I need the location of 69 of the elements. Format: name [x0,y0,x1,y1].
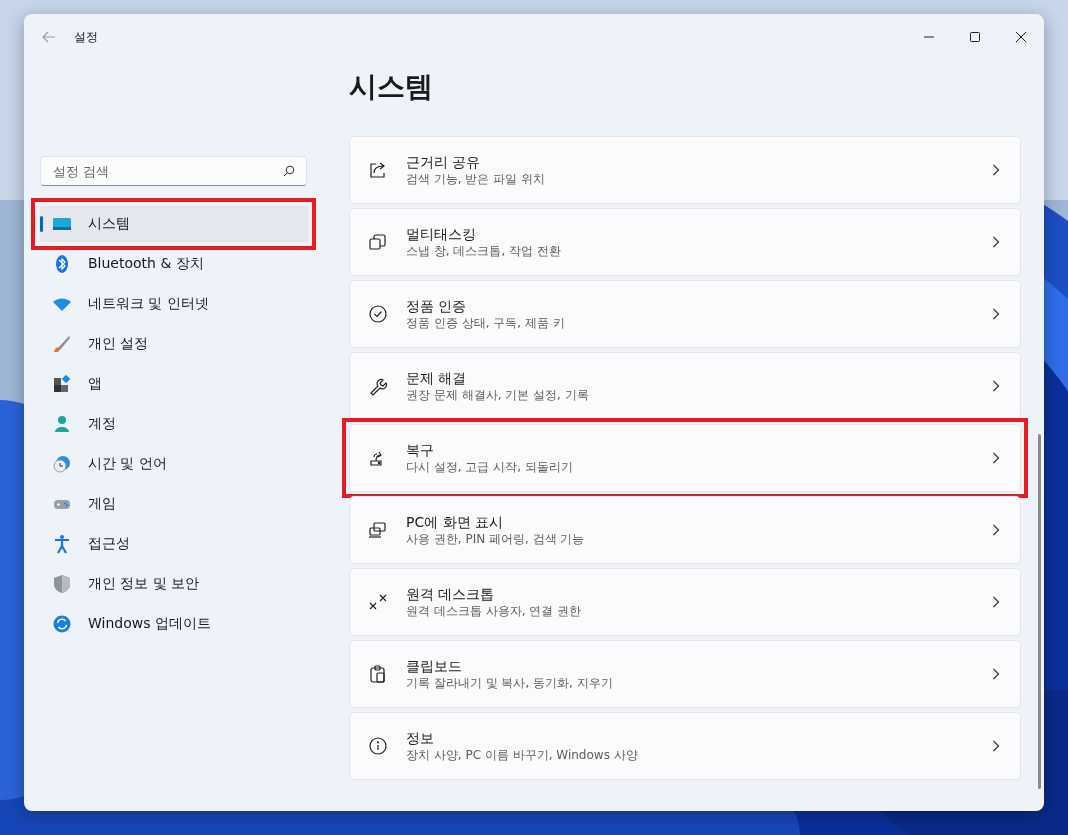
card-title: 원격 데스크톱 [406,585,496,603]
card-title: 클립보드 [406,657,463,675]
card-description: 검색 기능, 받은 파일 위치 [406,171,547,187]
chevron-right-icon [992,452,1000,464]
card-description: 권장 문제 해결사, 기본 설정, 기록 [406,387,590,403]
sidebar-item[interactable]: 시스템 [40,206,308,242]
update-icon [52,614,72,634]
sidebar-item[interactable]: 게임 [40,486,308,522]
chevron-right-icon [992,380,1000,392]
maximize-icon [970,32,980,42]
sidebar-item[interactable]: Bluetooth & 장치 [40,246,308,282]
settings-card[interactable]: 원격 데스크톱 원격 데스크톱 사용자, 연결 권한 [349,568,1021,636]
card-description: 기록 잘라내기 및 복사, 동기화, 지우기 [406,675,614,691]
card-description: 원격 데스크톱 사용자, 연결 권한 [406,603,583,619]
sidebar-item[interactable]: 접근성 [40,526,308,562]
sidebar-item[interactable]: 계정 [40,406,308,442]
card-description: 정품 인증 상태, 구독, 제품 키 [406,315,566,331]
accessibility-icon [52,534,72,554]
card-description: 사용 권한, PIN 페어링, 검색 기능 [406,531,586,547]
close-icon [1016,32,1026,42]
sidebar-item[interactable]: 네트워크 및 인터넷 [40,286,308,322]
card-title: 멀티태스킹 [406,225,477,243]
card-title: 복구 [406,441,435,459]
info-icon [368,736,388,756]
settings-card[interactable]: 정보 장치 사양, PC 이름 바꾸기, Windows 사양 [349,712,1021,780]
person-icon [52,414,72,434]
settings-card[interactable]: PC에 화면 표시 사용 권한, PIN 페어링, 검색 기능 [349,496,1021,564]
wrench-icon [368,376,388,396]
brush-icon [52,334,72,354]
settings-card[interactable]: 클립보드 기록 잘라내기 및 복사, 동기화, 지우기 [349,640,1021,708]
sidebar-item[interactable]: 앱 [40,366,308,402]
chevron-right-icon [992,524,1000,536]
search-icon [283,165,295,177]
card-title: 근거리 공유 [406,153,482,171]
scrollbar[interactable] [1038,434,1041,789]
chevron-right-icon [992,236,1000,248]
card-title: 문제 해결 [406,369,468,387]
chevron-right-icon [992,668,1000,680]
card-description: 다시 설정, 고급 시작, 되돌리기 [406,459,574,475]
page-title: 시스템 [349,69,434,105]
settings-card[interactable]: 정품 인증 정품 인증 상태, 구독, 제품 키 [349,280,1021,348]
sidebar-item[interactable]: Windows 업데이트 [40,606,308,642]
clipboard-icon [368,664,388,684]
chevron-right-icon [992,596,1000,608]
settings-card[interactable]: 문제 해결 권장 문제 해결사, 기본 설정, 기록 [349,352,1021,420]
windows-stack-icon [368,232,388,252]
search-field[interactable]: 설정 검색 [40,156,307,186]
card-description: 장치 사양, PC 이름 바꾸기, Windows 사양 [406,747,639,763]
settings-card[interactable]: 복구 다시 설정, 고급 시작, 되돌리기 [349,424,1021,492]
sidebar-item[interactable]: 개인 설정 [40,326,308,362]
chevron-right-icon [992,308,1000,320]
shield-icon [52,574,72,594]
card-title: PC에 화면 표시 [406,513,505,531]
sidebar-item[interactable]: 개인 정보 및 보안 [40,566,308,602]
back-arrow-icon [42,31,56,43]
card-description: 스냅 창, 데스크톱, 작업 전환 [406,243,562,259]
card-title: 정보 [406,729,435,747]
chevron-right-icon [992,740,1000,752]
settings-card[interactable]: 근거리 공유 검색 기능, 받은 파일 위치 [349,136,1021,204]
card-title: 정품 인증 [406,297,468,315]
window-title: 설정 [74,28,98,46]
share-icon [368,160,388,180]
settings-card[interactable]: 멀티태스킹 스냅 창, 데스크톱, 작업 전환 [349,208,1021,276]
sidebar-item[interactable]: 시간 및 언어 [40,446,308,482]
chevron-right-icon [992,164,1000,176]
screen-project-icon [368,520,388,540]
clock-globe-icon [52,454,72,474]
apps-icon [52,374,72,394]
check-circle-icon [368,304,388,324]
